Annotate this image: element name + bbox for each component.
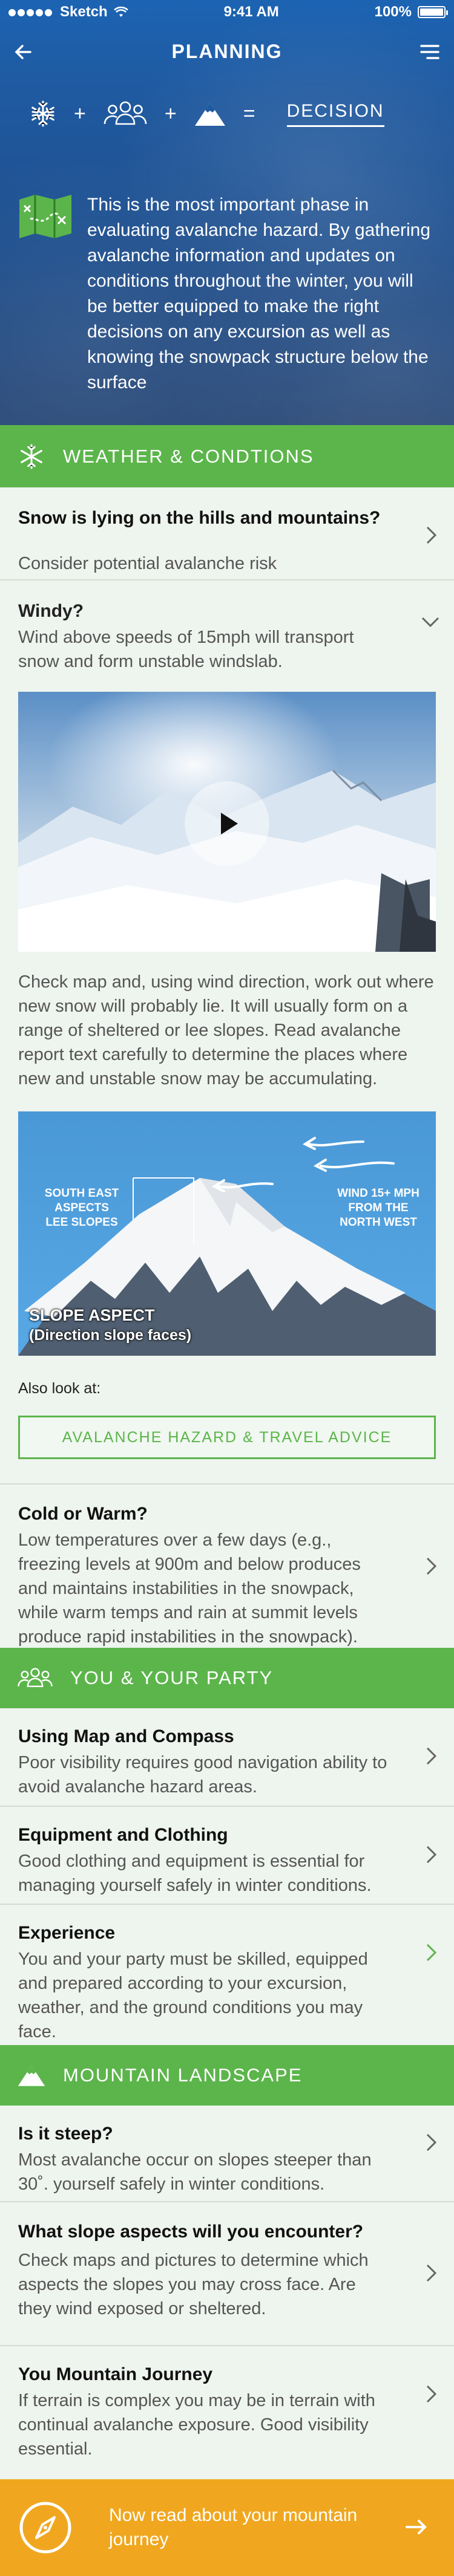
map-compass-row[interactable]: Using Map and Compass Poor visibility re… [0,1708,454,1807]
wind-video[interactable] [18,692,436,952]
snow-title: Snow is lying on the hills and mountains… [18,508,381,528]
wind-direction-label: WIND 15+ MPH FROM THE NORTH WEST [337,1187,419,1229]
clock: 9:41 AM [223,4,279,20]
nav-bar: PLANNING [0,36,454,67]
carrier-label: Sketch [60,4,108,20]
cold-warm-title: Cold or Warm? [18,1504,148,1524]
windy-expanded: Windy? Wind above speeds of 15mph will t… [0,581,454,674]
weather-section-header: WEATHER & CONDTIONS [0,425,454,487]
party-section-title: YOU & YOUR PARTY [70,1667,274,1688]
slope-aspects-desc: Check maps and pictures to determine whi… [18,2251,369,2318]
cold-warm-row[interactable]: Cold or Warm? Low temperatures over a fe… [0,1485,454,1648]
map-icon [19,195,71,238]
compass-icon [19,2502,71,2554]
hero-header: Sketch 9:41 AM 100% PLANNING + + = DECIS… [0,0,454,425]
planning-page: { "status_bar": {"carrier": "Sketch", "t… [0,0,454,2576]
mountain-journey-title: You Mountain Journey [18,2364,213,2384]
equipment-row[interactable]: Equipment and Clothing Good clothing and… [0,1807,454,1905]
weather-section-title: WEATHER & CONDTIONS [63,445,314,467]
lee-slopes-label: SOUTH EAST ASPECTS LEE SLOPES [44,1187,119,1229]
intro-text: This is the most important phase in eval… [87,195,431,392]
landscape-section-title: MOUNTAIN LANDSCAPE [63,2064,303,2086]
snow-desc: Consider potential avalanche risk [18,554,277,573]
slope-aspect-subtitle: (Direction slope faces) [29,1327,192,1344]
divider [0,1459,454,1485]
snow-row[interactable]: Snow is lying on the hills and mountains… [0,487,454,581]
decision-equation: + + = DECISION [0,100,454,128]
steep-title: Is it steep? [18,2124,113,2144]
map-compass-title: Using Map and Compass [18,1726,234,1746]
windy-title: Windy? [18,601,84,621]
chevron-right-icon [426,1943,437,1962]
windy-desc: Wind above speeds of 15mph will transpor… [18,628,354,671]
equipment-desc: Good clothing and equipment is essential… [18,1852,372,1895]
wind-map-text: Check map and, using wind direction, wor… [18,972,434,1088]
avalanche-advice-label: AVALANCHE HAZARD & TRAVEL ADVICE [62,1428,392,1446]
play-icon [221,813,238,834]
experience-row[interactable]: Experience You and your party must be sk… [0,1905,454,2045]
plus-sign-2: + [164,102,177,125]
intro-block: This is the most important phase in eval… [17,192,437,395]
steep-row[interactable]: Is it steep? Most avalanche occur on slo… [0,2106,454,2202]
chevron-right-icon [426,2264,437,2282]
mountain-journey-desc: If terrain is complex you may be in terr… [18,2391,375,2459]
plus-sign: + [74,102,86,125]
experience-desc: You and your party must be skilled, equi… [18,1950,368,2041]
page-title: PLANNING [171,40,283,62]
equipment-title: Equipment and Clothing [18,1825,228,1845]
party-icon [104,101,147,125]
chevron-right-icon [426,1557,437,1575]
slope-aspects-row[interactable]: What slope aspects will you encounter? C… [0,2202,454,2346]
play-button[interactable] [185,781,269,866]
chevron-right-icon [426,526,437,544]
landscape-section-header: MOUNTAIN LANDSCAPE [0,2045,454,2106]
wifi-icon [113,7,128,17]
chevron-down-icon[interactable] [420,616,441,629]
chevron-right-icon [426,1846,437,1864]
chevron-right-icon [426,2133,437,2152]
snowflake-icon [31,100,54,127]
party-section-header: YOU & YOUR PARTY [0,1648,454,1708]
battery-icon [417,6,448,18]
map-compass-desc: Poor visibility requires good navigation… [18,1753,387,1797]
also-look-label: Also look at: [18,1380,101,1397]
status-bar: Sketch 9:41 AM 100% [0,0,454,24]
steep-desc: Most avalanche occur on slopes steeper t… [18,2150,372,2194]
avalanche-advice-button[interactable]: AVALANCHE HAZARD & TRAVEL ADVICE [18,1416,436,1459]
slope-aspects-title: What slope aspects will you encounter? [18,2222,364,2242]
chevron-right-icon [426,2385,437,2403]
arrow-right-icon [406,2520,427,2534]
slope-aspect-diagram: SOUTH EAST ASPECTS LEE SLOPES WIND 15+ M… [18,1111,436,1356]
menu-icon[interactable] [418,40,442,64]
battery-percent: 100% [374,4,412,20]
back-arrow-icon[interactable] [12,40,36,64]
cold-warm-desc: Low temperatures over a few days (e.g., … [18,1530,361,1647]
next-mountain-journey-label: Now read about your mountain journey [109,2505,358,2549]
experience-title: Experience [18,1923,116,1943]
next-mountain-journey-button[interactable]: Now read about your mountain journey [0,2479,454,2576]
mountain-icon [18,2066,45,2086]
snowflake-icon [21,444,42,469]
signal-dots-icon [8,4,54,21]
equals-sign: = [243,102,255,125]
mountain-journey-row[interactable]: You Mountain Journey If terrain is compl… [0,2346,454,2467]
decision-label: DECISION [286,101,384,127]
slope-aspect-title: SLOPE ASPECT [29,1306,155,1324]
chevron-right-icon [426,1747,437,1765]
party-icon [18,1668,53,1687]
mountain-icon [194,103,225,126]
